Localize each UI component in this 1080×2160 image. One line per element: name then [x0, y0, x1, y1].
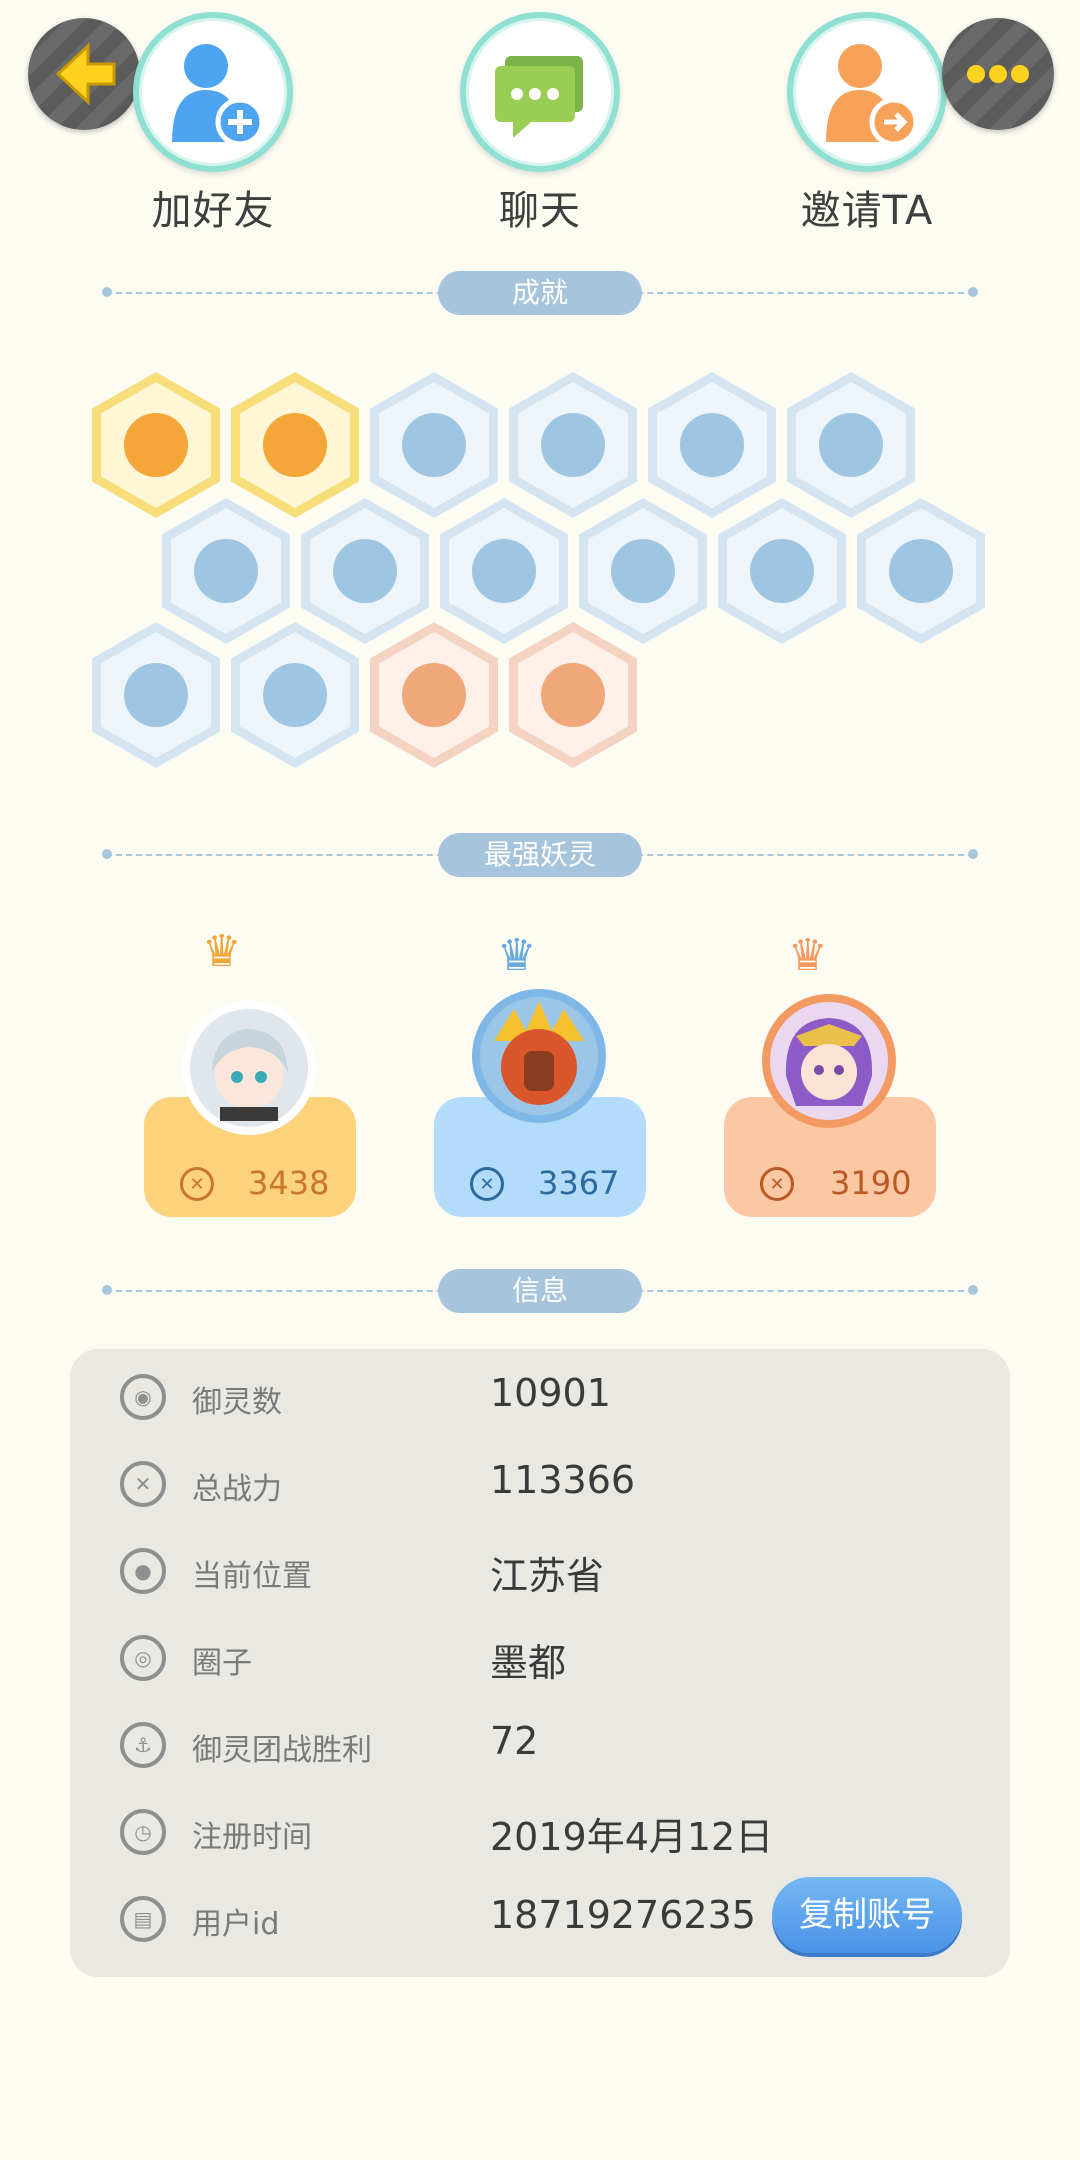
moon-icon — [680, 413, 744, 477]
sword-icon: ✕ — [470, 1167, 504, 1201]
achievement-badge[interactable] — [162, 498, 290, 644]
cart-icon — [402, 663, 466, 727]
achievements-title: 成就 — [438, 271, 642, 315]
fox-face-icon — [124, 413, 188, 477]
spirit-statue-icon — [333, 539, 397, 603]
spirit-avatar-3[interactable] — [762, 994, 896, 1128]
id-card-icon: ▤ — [120, 1896, 166, 1942]
achievement-badge[interactable] — [301, 498, 429, 644]
clock-icon: ◷ — [120, 1809, 166, 1855]
sword-icon: ✕ — [120, 1461, 166, 1507]
info-value: 10901 — [490, 1371, 611, 1415]
yin-yang-tablet-icon — [611, 539, 675, 603]
book-icon — [263, 663, 327, 727]
info-label: 圈子 — [192, 1646, 252, 1681]
more-dots-icon — [967, 65, 1029, 83]
achievement-badge[interactable] — [231, 372, 359, 518]
chat-bubble-icon — [495, 56, 583, 138]
info-value: 72 — [490, 1719, 539, 1763]
spirit-portrait-2 — [494, 1001, 584, 1105]
info-row-register-time: ◷ 注册时间 2019年4月12日 — [70, 1802, 1010, 1862]
fish-spirit-icon — [750, 539, 814, 603]
crown-icon: ♛ — [497, 930, 537, 981]
add-friend-icon — [172, 44, 265, 147]
spirit-portrait-1 — [212, 1029, 288, 1121]
golden-pot-icon — [263, 413, 327, 477]
more-button[interactable] — [942, 18, 1054, 130]
invite-button[interactable]: 邀请TA — [782, 12, 952, 236]
info-row-spirit-count: ◉ 御灵数 10901 — [70, 1367, 1010, 1427]
location-pin-icon: ● — [120, 1548, 166, 1594]
info-row-team-wins: ⚓ 御灵团战胜利 72 — [70, 1715, 1010, 1775]
invite-label: 邀请TA — [800, 188, 934, 234]
yin-yang-swirl-icon — [194, 539, 258, 603]
info-label: 注册时间 — [192, 1820, 312, 1855]
spirit-count-icon: ◉ — [120, 1374, 166, 1420]
info-row-user-id: ▤ 用户id 18719276235 复制账号 — [70, 1877, 1010, 1953]
info-value: 18719276235 — [490, 1893, 756, 1937]
crown-icon: ♛ — [788, 930, 828, 981]
achievement-badge[interactable] — [440, 498, 568, 644]
chat-label: 聊天 — [499, 188, 581, 234]
circle-target-icon: ◎ — [120, 1635, 166, 1681]
achievement-badge[interactable] — [857, 498, 985, 644]
sword-icon: ✕ — [760, 1167, 794, 1201]
achievement-badge[interactable] — [509, 372, 637, 518]
spirit-score-1: 3438 — [248, 1164, 330, 1202]
spirit-avatar-2[interactable] — [472, 989, 606, 1123]
info-value: 113366 — [490, 1458, 636, 1502]
achievement-badge[interactable] — [92, 372, 220, 518]
info-label: 御灵团战胜利 — [192, 1733, 372, 1768]
achievement-badge[interactable] — [231, 622, 359, 768]
achievement-badge[interactable] — [370, 622, 498, 768]
achievement-badge[interactable] — [370, 372, 498, 518]
achievement-badge[interactable] — [579, 498, 707, 644]
achievement-badge[interactable] — [92, 622, 220, 768]
info-title: 信息 — [438, 1269, 642, 1313]
spirit-score-2: 3367 — [538, 1164, 620, 1202]
chat-button[interactable]: 聊天 — [455, 12, 625, 236]
trophy-icon: ⚓ — [120, 1722, 166, 1768]
achievements-divider: 成就 — [102, 271, 978, 315]
info-label: 用户id — [192, 1907, 280, 1942]
spirit-avatar-1[interactable] — [182, 1001, 316, 1135]
dragon-icon — [541, 663, 605, 727]
add-friend-button[interactable]: 加好友 — [128, 12, 298, 236]
strongest-spirits-title: 最强妖灵 — [438, 833, 642, 877]
info-divider: 信息 — [102, 1269, 978, 1313]
info-value: 墨都 — [490, 1641, 567, 1685]
back-arrow-icon — [55, 42, 116, 106]
info-label: 当前位置 — [192, 1559, 312, 1594]
info-label: 御灵数 — [192, 1385, 282, 1420]
cat-spirit-icon — [472, 539, 536, 603]
beast-icon — [124, 663, 188, 727]
sword-icon: ✕ — [180, 1167, 214, 1201]
strongest-spirits-divider: 最强妖灵 — [102, 833, 978, 877]
info-label: 总战力 — [192, 1472, 282, 1507]
spirit-portrait-3 — [785, 1018, 873, 1106]
achievement-badge[interactable] — [718, 498, 846, 644]
achievement-badge[interactable] — [509, 622, 637, 768]
spirit-score-3: 3190 — [830, 1164, 912, 1202]
achievement-badge[interactable] — [787, 372, 915, 518]
banner-icon — [889, 539, 953, 603]
info-value: 江苏省 — [490, 1554, 605, 1598]
achievement-badge[interactable] — [648, 372, 776, 518]
invite-icon — [826, 44, 919, 147]
info-value: 2019年4月12日 — [490, 1815, 774, 1859]
info-row-total-power: ✕ 总战力 113366 — [70, 1454, 1010, 1514]
back-button[interactable] — [28, 18, 140, 130]
info-row-circle: ◎ 圈子 墨都 — [70, 1628, 1010, 1688]
orb-stand-icon — [541, 413, 605, 477]
crown-icon: ♛ — [202, 926, 242, 977]
info-row-location: ● 当前位置 江苏省 — [70, 1541, 1010, 1601]
add-friend-label: 加好友 — [151, 188, 275, 234]
info-panel: ◉ 御灵数 10901 ✕ 总战力 113366 ● 当前位置 江苏省 ◎ 圈子… — [70, 1349, 1010, 1977]
crystal-icon — [819, 413, 883, 477]
copy-account-button[interactable]: 复制账号 — [772, 1877, 962, 1953]
shoe-icon — [402, 413, 466, 477]
